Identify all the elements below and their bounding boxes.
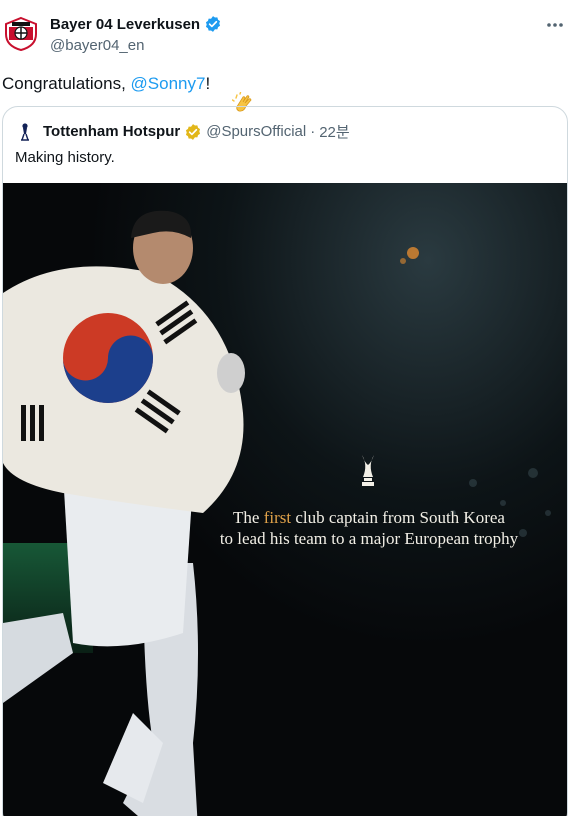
tweet-media-image[interactable]: The first club captain from South Korea … xyxy=(3,183,567,816)
caption-highlight: first xyxy=(263,508,292,527)
quoted-tweet-text: Making history. xyxy=(15,149,115,166)
caption-line1-rest: club captain from South Korea xyxy=(291,508,505,527)
display-name[interactable]: Bayer 04 Leverkusen xyxy=(50,16,200,33)
caption-line-1: The first club captain from South Korea xyxy=(199,507,539,528)
verified-badge-gold-icon xyxy=(184,123,202,141)
handle[interactable]: @bayer04_en xyxy=(50,37,144,54)
europa-trophy-icon xyxy=(359,453,377,491)
tweet-text: Congratulations, @Sonny7! xyxy=(2,72,252,112)
clapping-hands-icon xyxy=(213,72,252,112)
tweet-header: Bayer 04 Leverkusen @bayer04_en xyxy=(0,0,568,62)
caption-pre: The xyxy=(233,508,264,527)
tweet-text-prefix: Congratulations, xyxy=(2,74,131,93)
image-caption: The first club captain from South Korea … xyxy=(199,507,539,549)
quoted-display-name[interactable]: Tottenham Hotspur xyxy=(43,123,180,140)
verified-badge-icon xyxy=(204,15,222,33)
quoted-handle[interactable]: @SpursOfficial xyxy=(206,123,306,140)
more-options-icon[interactable] xyxy=(544,14,566,36)
bayer-leverkusen-crest-icon[interactable] xyxy=(3,16,39,52)
separator-dot: · xyxy=(310,123,316,140)
caption-line-2: to lead his team to a major European tro… xyxy=(219,529,519,548)
timestamp[interactable]: 22분 xyxy=(319,121,350,142)
quoted-tweet[interactable]: Tottenham Hotspur @SpursOfficial · 22분 M… xyxy=(2,106,568,816)
mention-link[interactable]: @Sonny7 xyxy=(131,74,206,94)
player-photo-illustration xyxy=(3,183,567,816)
tweet-text-suffix: ! xyxy=(205,74,211,93)
spurs-cockerel-icon xyxy=(17,122,33,142)
